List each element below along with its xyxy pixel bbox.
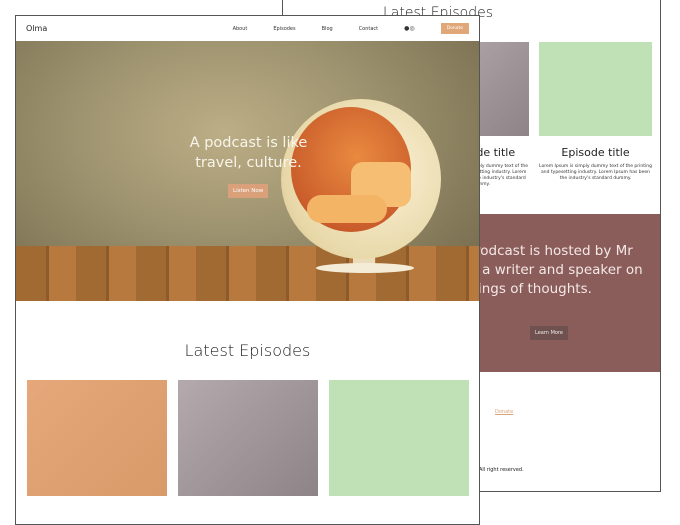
nav-contact[interactable]: Contact <box>359 26 378 32</box>
front-page-preview: Olma About Episodes Blog Contact ●◎ Dona… <box>15 15 480 525</box>
copyright-text: All right reserved. <box>479 467 524 473</box>
listen-now-button[interactable]: Listen Now <box>228 184 269 198</box>
nav-blog[interactable]: Blog <box>322 26 333 32</box>
podcast-icon[interactable]: ●◎ <box>404 25 414 32</box>
nav-about[interactable]: About <box>233 26 248 32</box>
episode-description: Lorem Ipsum is simply dummy text of the … <box>539 164 652 181</box>
episode-title: Episode title <box>561 146 630 159</box>
latest-episodes-heading: Latest Episodes <box>184 341 311 360</box>
episode-thumbnail[interactable] <box>329 380 469 496</box>
episode-thumbnail[interactable] <box>178 380 318 496</box>
episode-thumbnail[interactable] <box>27 380 167 496</box>
hero-text: A podcast is like travel, culture. <box>189 135 308 171</box>
donate-button[interactable]: Donate <box>440 23 469 34</box>
nav-episodes[interactable]: Episodes <box>273 26 295 32</box>
navbar: Olma About Episodes Blog Contact ●◎ Dona… <box>16 16 479 41</box>
egg-chair-image <box>281 99 441 259</box>
logo[interactable]: Olma <box>26 24 47 33</box>
hero-banner: A podcast is like travel, culture. Liste… <box>16 41 479 301</box>
donate-link[interactable]: Donate <box>495 409 513 415</box>
hero-floor <box>16 246 479 301</box>
chair-base <box>316 263 414 273</box>
episode-thumbnail[interactable] <box>539 42 652 136</box>
learn-more-button[interactable]: Learn More <box>530 326 568 340</box>
